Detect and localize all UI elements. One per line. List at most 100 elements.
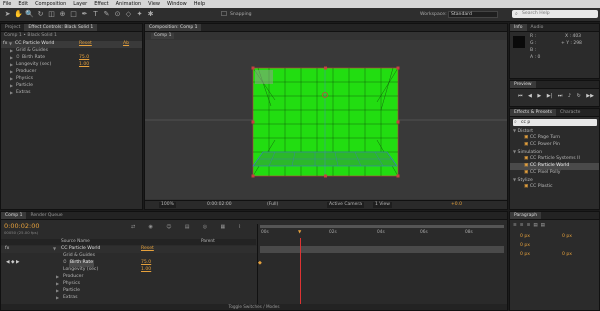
snapping-checkbox[interactable]: ☐ [220,10,228,19]
selection-tool-icon[interactable]: ➤ [3,10,12,19]
layer-duration-bar[interactable] [260,246,504,253]
stopwatch-icon[interactable]: ⏱ [63,260,67,267]
menu-view[interactable]: View [148,1,160,7]
effects-item[interactable]: ▣ CC Particle Systems II [510,156,599,163]
toggle-switches-modes[interactable]: Toggle Switches / Modes [1,304,507,310]
about-link[interactable]: Ab [123,41,129,48]
camera-select[interactable]: Active Camera [327,202,365,208]
workspace-select[interactable]: Standard [448,11,498,18]
comp-sub-tab[interactable]: Comp 1 [151,33,175,39]
time-ruler[interactable]: 00s ▼ 02s 04s 06s 08s [258,230,508,238]
menu-help[interactable]: Help [194,1,205,7]
keyframe-icon[interactable]: ◆ [258,260,262,266]
effects-item[interactable]: ▣ CC Pixel Polly [510,170,599,177]
tab-composition[interactable]: Composition: Comp 1 [145,24,202,31]
space-before[interactable]: 0 px [520,252,530,257]
reset-link[interactable]: Reset [79,41,92,48]
align-center-icon[interactable]: ≡ [520,223,524,229]
longevity-value[interactable]: 1.00 [79,62,89,69]
effects-item[interactable]: ▣ CC Page Turn [510,135,599,142]
birth-rate-value[interactable]: 75.0 [79,55,89,62]
menu-layer[interactable]: Layer [73,1,87,7]
draft-3d-icon[interactable]: ◉ [149,224,153,232]
menu-effect[interactable]: Effect [94,1,108,7]
timeline-birth-rate-value[interactable]: 75.0 [141,260,151,267]
timeline-longevity-value[interactable]: 1.00 [141,267,151,274]
roto-tool-icon[interactable]: ✦ [135,10,144,19]
expand-triangle-icon[interactable]: ▼ [9,41,12,48]
tab-effects-presets[interactable]: Effects & Presets [510,109,557,116]
brush-tool-icon[interactable]: ✎ [102,10,111,19]
justify-icon[interactable]: ▤ [533,223,537,229]
effects-group[interactable]: ▼ Distort [510,128,599,135]
expand-triangle-icon[interactable]: ▶ [10,62,13,69]
effects-item-selected[interactable]: ▣ CC Particle World [510,163,599,170]
current-time-indicator[interactable] [300,238,301,304]
expand-triangle-icon[interactable]: ▶ [56,281,59,288]
zoom-select[interactable]: 100% [159,202,176,208]
align-left-icon[interactable]: ≡ [513,223,517,229]
clone-tool-icon[interactable]: ⊙ [113,10,122,19]
tab-audio[interactable]: Audio [527,24,548,31]
effects-item[interactable]: ▣ CC Plastic [510,184,599,191]
mask-tool-icon[interactable]: □ [69,10,78,19]
tab-paragraph[interactable]: Paragraph [510,212,542,219]
menu-edit[interactable]: Edit [18,1,28,7]
puppet-tool-icon[interactable]: ✱ [146,10,155,19]
space-after[interactable]: 0 px [562,252,572,257]
timeline-reset-link[interactable]: Reset [141,246,154,253]
type-tool-icon[interactable]: T [91,10,100,19]
effects-group[interactable]: ▼ Stylize [510,177,599,184]
view-layout-select[interactable]: 1 View [373,202,392,208]
motion-blur-icon[interactable]: ◎ [203,224,207,232]
camera-tool-icon[interactable]: ◫ [47,10,56,19]
expand-triangle-icon[interactable]: ▶ [56,274,59,281]
tab-effect-controls[interactable]: Effect Controls: Black Solid 1 [24,24,98,31]
eraser-tool-icon[interactable]: ◇ [124,10,133,19]
effects-search-input[interactable]: cc p [513,119,597,126]
viewer-timecode[interactable]: 0:00:02:00 [207,202,232,208]
tab-render-queue[interactable]: Render Queue [26,212,66,219]
tab-comp1[interactable]: Comp 1 [1,212,27,219]
tab-project[interactable]: Project [1,24,24,31]
play-icon[interactable]: ▶ [537,93,541,101]
audio-icon[interactable]: ♪ [568,93,571,101]
viewer-area[interactable] [145,40,507,199]
expand-triangle-icon[interactable]: ▼ [53,246,56,253]
exposure-value[interactable]: +0.0 [451,202,462,208]
prev-frame-icon[interactable]: ◀ [528,93,532,101]
menu-window[interactable]: Window [167,1,187,7]
pen-tool-icon[interactable]: ✒ [80,10,89,19]
tab-preview[interactable]: Preview [510,81,536,88]
loop-icon[interactable]: ↻ [577,93,581,101]
work-area-bar[interactable] [260,225,504,228]
first-frame-icon[interactable]: ⏮ [518,93,523,101]
next-frame-icon[interactable]: ▶| [547,93,553,101]
expand-triangle-icon[interactable]: ▶ [56,288,59,295]
zoom-tool-icon[interactable]: 🔍 [25,10,34,19]
tab-character[interactable]: Characte [556,109,584,116]
hand-tool-icon[interactable]: ✋ [14,10,23,19]
track-area[interactable]: 00s ▼ 02s 04s 06s 08s ◆ [257,224,507,304]
graph-editor-icon[interactable]: ⌇ [239,224,241,232]
align-right-icon[interactable]: ≡ [527,223,531,229]
indent-left[interactable]: 0 px [520,234,530,239]
menu-file[interactable]: File [3,1,11,7]
expand-triangle-icon[interactable]: ▶ [10,55,13,62]
brainstorm-icon[interactable]: ▦ [220,224,225,232]
playhead-icon[interactable]: ▼ [298,230,301,235]
shy-icon[interactable]: ☺ [166,224,171,232]
rotate-tool-icon[interactable]: ↻ [36,10,45,19]
menu-composition[interactable]: Composition [35,1,66,7]
expand-triangle-icon[interactable]: ▶ [10,83,13,90]
justify-all-icon[interactable]: ▤ [541,223,545,229]
expand-triangle-icon[interactable]: ▶ [10,90,13,97]
tab-info[interactable]: Info [510,24,527,31]
indent-first[interactable]: 0 px [520,243,530,248]
comp-flowchart-icon[interactable]: ⇄ [131,224,135,232]
expand-triangle-icon[interactable]: ▶ [10,48,13,55]
ram-preview-icon[interactable]: ▶▶ [586,93,594,101]
frame-blend-icon[interactable]: ▤ [185,224,190,232]
effects-item[interactable]: ▣ CC Power Pin [510,142,599,149]
resolution-select[interactable]: (Full) [267,202,278,208]
